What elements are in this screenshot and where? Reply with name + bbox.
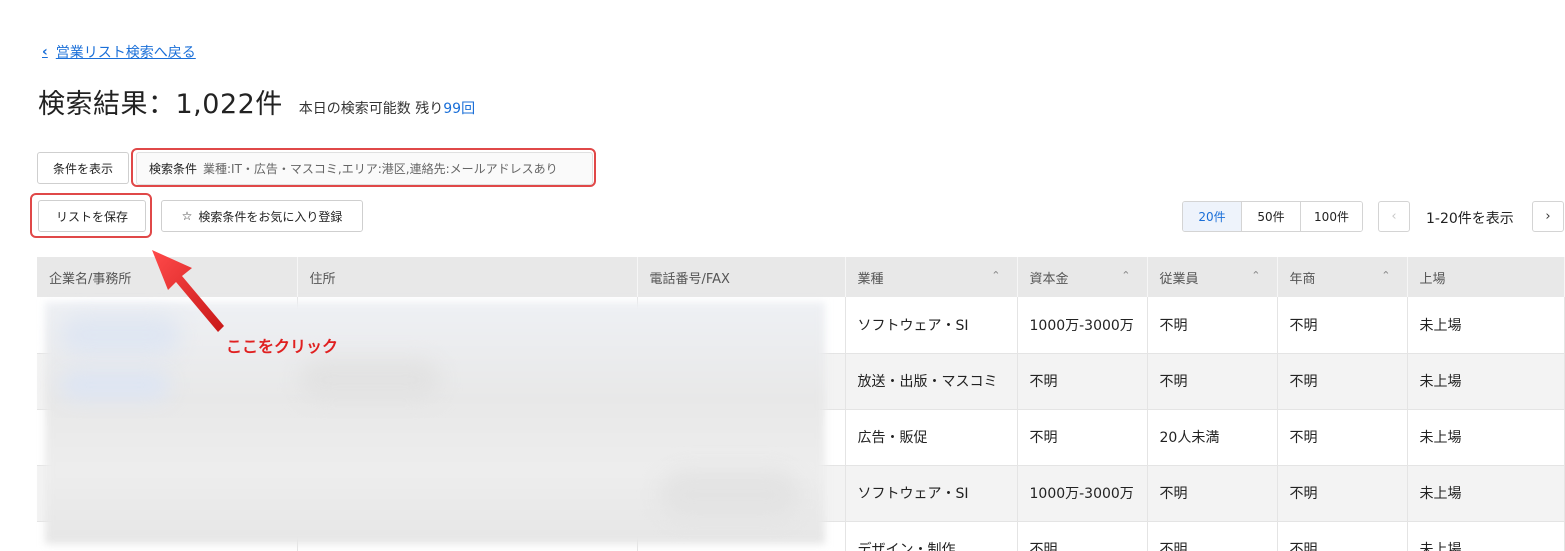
sort-chevron-up-icon[interactable]: ⌃	[991, 269, 1000, 282]
pointer-arrow-icon	[152, 250, 224, 332]
remaining-prefix: 本日の検索可能数 残り	[298, 101, 444, 117]
col-employees[interactable]: 従業員 ⌃	[1147, 257, 1278, 297]
table-cell: 1000万-3000万	[1017, 465, 1148, 522]
table-cell: ソフトウェア・SI	[845, 297, 1018, 354]
table-cell: 不明	[1277, 409, 1408, 466]
per-page-50[interactable]: 50件	[1242, 202, 1301, 231]
col-capital[interactable]: 資本金 ⌃	[1017, 257, 1148, 297]
title-row: 検索結果：1,022件 本日の検索可能数 残り99回	[38, 82, 475, 121]
favorite-conditions-button[interactable]: ☆ 検索条件をお気に入り登録	[161, 200, 363, 232]
col-phone-label: 電話番号/FAX	[649, 271, 730, 287]
table-cell: 不明	[1147, 521, 1278, 551]
chevron-left-icon: ‹	[42, 44, 48, 60]
sort-chevron-up-icon[interactable]: ⌃	[1251, 269, 1260, 282]
table-cell: 不明	[1277, 353, 1408, 410]
prev-page-button[interactable]: ‹	[1378, 201, 1410, 232]
col-phone: 電話番号/FAX	[637, 257, 846, 297]
save-list-label: リストを保存	[55, 209, 128, 224]
star-icon: ☆	[181, 209, 193, 223]
search-conditions-box: 検索条件 業種:IT・広告・マスコミ,エリア:港区,連絡先:メールアドレスあり	[136, 152, 593, 185]
sort-chevron-up-icon[interactable]: ⌃	[1381, 269, 1390, 282]
col-industry[interactable]: 業種 ⌃	[845, 257, 1018, 297]
col-employees-label: 従業員	[1159, 271, 1199, 287]
table-cell: 不明	[1277, 521, 1408, 551]
col-industry-label: 業種	[857, 271, 884, 287]
per-page-100[interactable]: 100件	[1301, 202, 1362, 231]
save-list-button[interactable]: リストを保存	[38, 200, 146, 232]
chevron-right-icon: ›	[1545, 209, 1551, 224]
conditions-value: 業種:IT・広告・マスコミ,エリア:港区,連絡先:メールアドレスあり	[203, 162, 558, 176]
remaining-count: 99回	[443, 101, 476, 117]
table-cell: 20人未満	[1147, 409, 1278, 466]
table-cell: 不明	[1147, 353, 1278, 410]
col-address: 住所	[297, 257, 638, 297]
table-cell: 不明	[1017, 353, 1148, 410]
table-cell: 未上場	[1407, 521, 1565, 551]
show-conditions-button[interactable]: 条件を表示	[37, 152, 129, 184]
table-cell: 未上場	[1407, 297, 1565, 354]
table-cell: 不明	[1147, 297, 1278, 354]
table-cell: 広告・販促	[845, 409, 1018, 466]
show-conditions-label: 条件を表示	[52, 161, 113, 176]
sort-chevron-up-icon[interactable]: ⌃	[1121, 269, 1130, 282]
table-cell: ソフトウェア・SI	[845, 465, 1018, 522]
redaction-blur-spot	[60, 370, 170, 400]
col-company-label: 企業名/事務所	[49, 271, 132, 287]
favorite-label: 検索条件をお気に入り登録	[198, 209, 343, 224]
page-title: 検索結果：1,022件	[38, 89, 283, 120]
table-cell: 未上場	[1407, 409, 1565, 466]
conditions-label: 検索条件	[149, 162, 198, 176]
table-cell: 不明	[1277, 465, 1408, 522]
col-revenue[interactable]: 年商 ⌃	[1277, 257, 1408, 297]
col-capital-label: 資本金	[1029, 271, 1069, 287]
col-listing: 上場	[1407, 257, 1565, 297]
per-page-20[interactable]: 20件	[1183, 202, 1242, 231]
col-address-label: 住所	[309, 271, 336, 287]
page-range-text: 1-20件を表示	[1426, 211, 1514, 227]
table-cell: 不明	[1147, 465, 1278, 522]
click-here-annotation: ここをクリック	[226, 337, 339, 356]
table-cell: 未上場	[1407, 465, 1565, 522]
next-page-button[interactable]: ›	[1532, 201, 1564, 232]
table-header-row: 企業名/事務所 住所 電話番号/FAX 業種 ⌃ 資本金 ⌃ 従業員 ⌃ 年商 ⌃ 上場	[37, 257, 1565, 297]
redaction-blur-spot	[300, 360, 440, 400]
back-link-label: 営業リスト検索へ戻る	[55, 45, 196, 61]
chevron-left-icon: ‹	[1391, 209, 1397, 224]
table-cell: 未上場	[1407, 353, 1565, 410]
col-listing-label: 上場	[1419, 271, 1446, 287]
redaction-blur-spot	[660, 470, 800, 520]
table-cell: デザイン・制作	[845, 521, 1018, 551]
table-cell: 1000万-3000万	[1017, 297, 1148, 354]
table-cell: 放送・出版・マスコミ	[845, 353, 1018, 410]
back-to-search-link[interactable]: ‹ 営業リスト検索へ戻る	[42, 42, 196, 62]
remaining-searches: 本日の検索可能数 残り99回	[299, 98, 475, 118]
table-cell: 不明	[1277, 297, 1408, 354]
per-page-selector: 20件 50件 100件	[1182, 201, 1363, 232]
table-cell: 不明	[1017, 409, 1148, 466]
col-revenue-label: 年商	[1289, 271, 1316, 287]
table-cell: 不明	[1017, 521, 1148, 551]
